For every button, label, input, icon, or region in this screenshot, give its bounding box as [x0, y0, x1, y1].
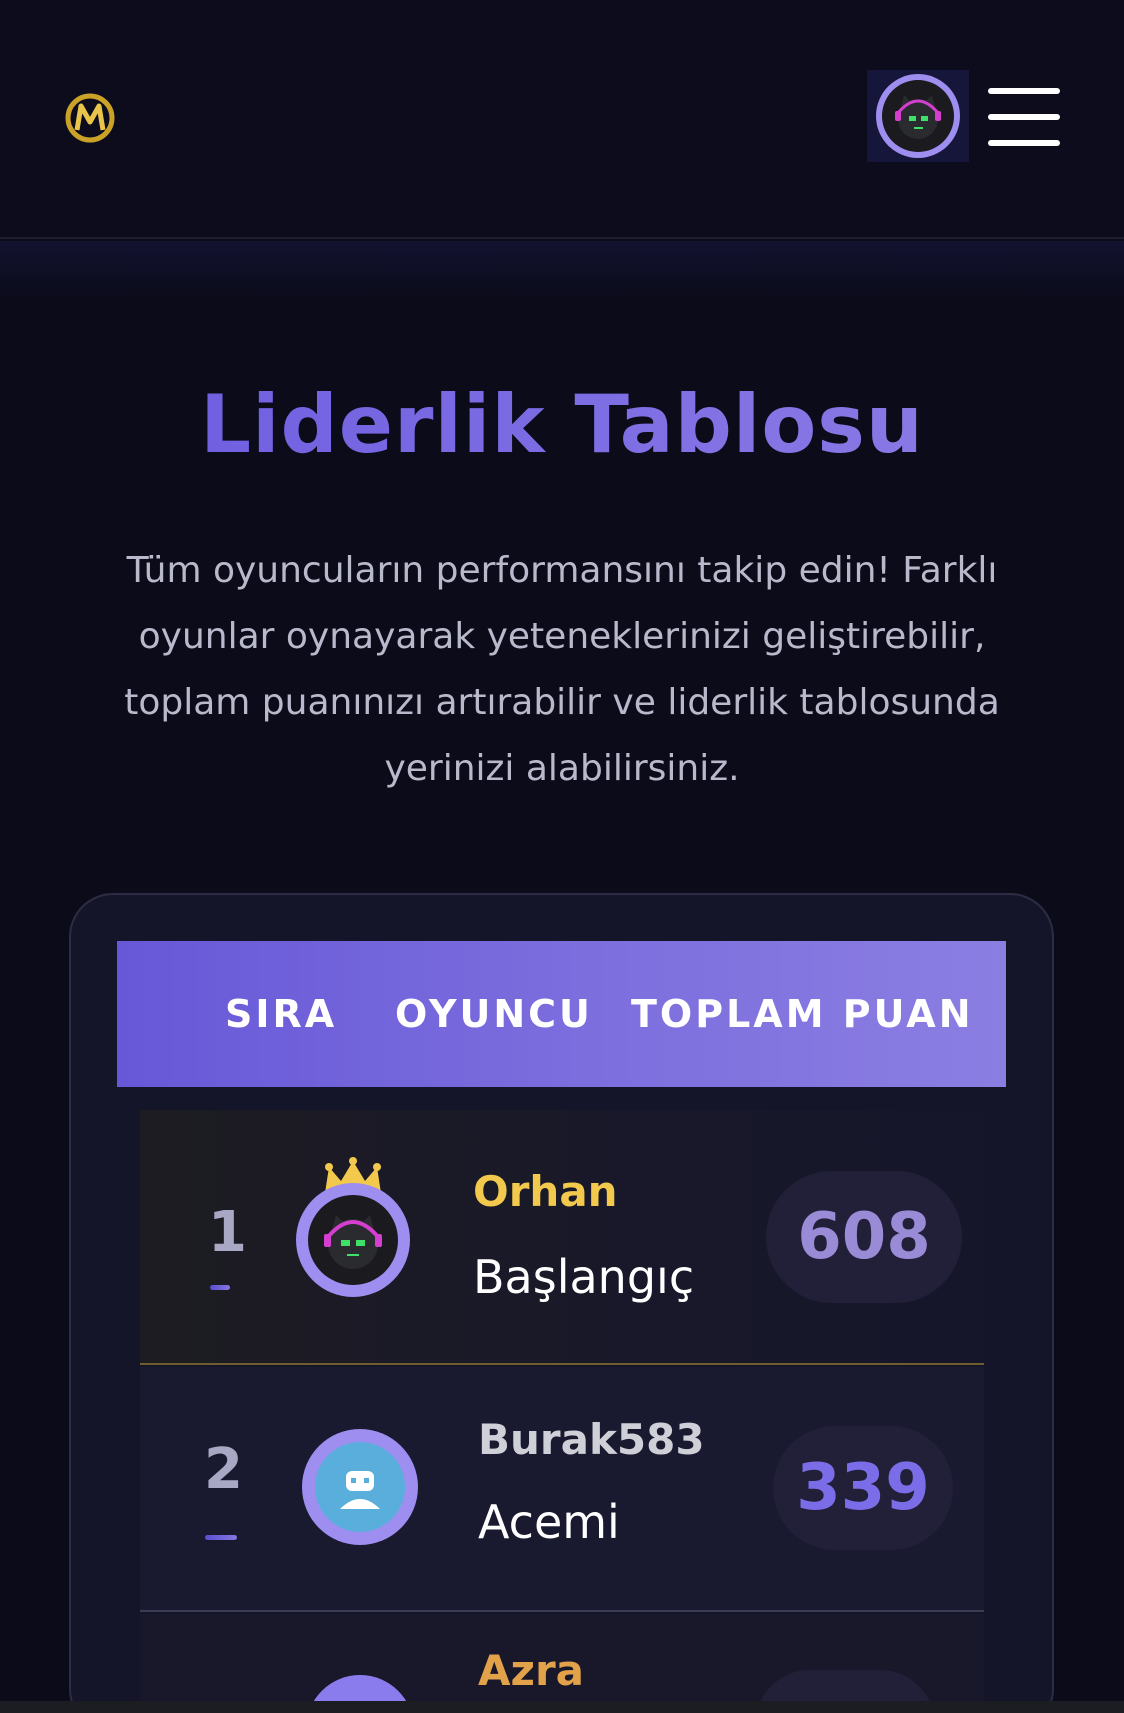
cat-avatar-icon: [296, 1183, 410, 1297]
cat-avatar-icon: [876, 74, 960, 158]
hamburger-menu-icon[interactable]: [988, 86, 1062, 148]
score-badge: 608: [766, 1171, 962, 1303]
hero-glow: [0, 241, 1124, 301]
page-title: Liderlik Tablosu: [0, 378, 1124, 471]
rank-number: 1: [208, 1200, 247, 1265]
page-subtitle: Tüm oyuncuların performansını takip edin…: [124, 550, 1000, 789]
player-level: Başlangıç: [473, 1250, 695, 1304]
table-header: SIRA OYUNCU TOPLAM PUAN: [117, 941, 1006, 1087]
header-rank: SIRA: [225, 992, 338, 1036]
profile-avatar-button[interactable]: [867, 70, 969, 162]
bottom-bar: [0, 1701, 1124, 1713]
header-total-score: TOPLAM PUAN: [631, 992, 974, 1036]
avatar: [295, 1153, 411, 1298]
table-row[interactable]: 2 Burak583 Acemi 339: [140, 1367, 984, 1612]
player-name[interactable]: Azra: [478, 1646, 584, 1695]
header-player: OYUNCU: [395, 992, 593, 1036]
score-badge: 339: [773, 1426, 953, 1550]
avatar: [302, 1429, 418, 1545]
robot-avatar-icon: [303, 1430, 417, 1544]
rank-indicator: [205, 1535, 237, 1540]
player-name[interactable]: Orhan: [473, 1167, 618, 1216]
top-header: [0, 0, 1124, 239]
logo-icon: [65, 93, 115, 143]
table-row[interactable]: Azra: [140, 1614, 984, 1713]
rank-indicator: [210, 1285, 230, 1290]
player-name[interactable]: Burak583: [478, 1415, 705, 1464]
rank-number: 2: [204, 1437, 243, 1502]
player-level: Acemi: [478, 1495, 620, 1549]
table-row[interactable]: 1 Orhan Başlangıç 608: [140, 1110, 984, 1365]
logo[interactable]: [64, 92, 116, 144]
